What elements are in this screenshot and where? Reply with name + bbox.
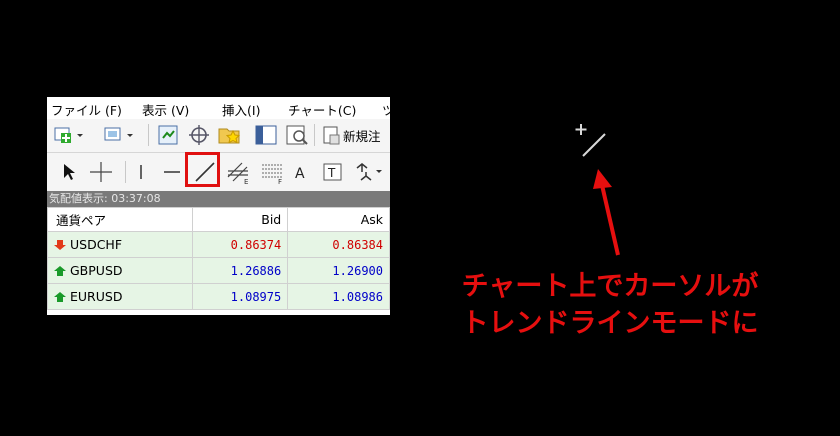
separator (314, 124, 315, 146)
menu-bar: ファイル (F) 表示 (V) 挿入(I) チャート(C) ツ (47, 97, 390, 119)
svg-text:E: E (244, 178, 248, 185)
cursor-icon[interactable] (59, 161, 79, 183)
svg-text:A: A (295, 166, 305, 182)
menu-view[interactable]: 表示 (V) (142, 100, 189, 119)
profiles-icon[interactable] (103, 125, 139, 145)
bid-cell: 0.86374 (192, 231, 289, 258)
ask-cell: 1.26900 (287, 257, 390, 284)
column-header-ask[interactable]: Ask (287, 207, 390, 232)
favorites-icon[interactable] (217, 123, 243, 147)
bid-cell: 1.26886 (192, 257, 289, 284)
red-arrow-icon (593, 169, 620, 256)
ask-cell: 0.86384 (287, 231, 390, 258)
new-chart-icon[interactable] (53, 125, 89, 145)
terminal-window: ファイル (F) 表示 (V) 挿入(I) チャート(C) ツ 新規注 E F … (47, 97, 390, 315)
new-order-button[interactable]: 新規注 (321, 124, 390, 146)
separator (125, 161, 126, 183)
text-icon[interactable]: A (291, 161, 311, 183)
svg-text:T: T (327, 166, 336, 180)
menu-insert[interactable]: 挿入(I) (222, 100, 260, 119)
annotation-text: チャート上でカーソルが トレンドラインモードに (420, 268, 800, 342)
crosshair-target-icon[interactable] (188, 124, 210, 146)
table-row[interactable]: USDCHF 0.86374 0.86384 (47, 231, 390, 258)
bid-cell: 1.08975 (192, 283, 289, 310)
separator (148, 124, 149, 146)
history-icon[interactable] (285, 124, 309, 146)
text-label-icon[interactable]: T (322, 161, 344, 183)
arrow-down-icon (54, 240, 66, 250)
trendline-cursor-icon (575, 124, 606, 157)
trendline-highlight-box (185, 152, 220, 187)
menu-charts[interactable]: チャート(C) (288, 100, 356, 119)
market-watch-title: 気配値表示: 03:37:08 (47, 191, 390, 207)
fibonacci-icon[interactable]: F (259, 159, 285, 185)
symbol-cell: USDCHF (47, 231, 194, 258)
column-header-symbol[interactable]: 通貨ペア (47, 207, 194, 232)
annotation-line-2: トレンドラインモードに (461, 308, 759, 339)
new-order-label: 新規注 (343, 128, 381, 144)
menu-tools[interactable]: ツ (382, 100, 390, 119)
symbol-cell: EURUSD (47, 283, 194, 310)
standard-toolbar: 新規注 (47, 119, 390, 153)
symbol-name: EURUSD (70, 289, 123, 304)
svg-text:F: F (278, 178, 282, 185)
equidistant-channel-icon[interactable]: E (225, 159, 251, 185)
table-header-row: 通貨ペア Bid Ask (47, 207, 390, 232)
ask-cell: 1.08986 (287, 283, 390, 310)
arrows-icon[interactable] (352, 161, 386, 183)
menu-file[interactable]: ファイル (F) (51, 100, 122, 119)
market-watch-table: 通貨ペア Bid Ask USDCHF 0.86374 0.86384 GBPU… (47, 207, 390, 310)
column-header-bid[interactable]: Bid (192, 207, 289, 232)
annotation-line-1: チャート上でカーソルが (461, 271, 759, 302)
crosshair-icon[interactable] (88, 161, 114, 183)
autotrading-icon[interactable] (157, 124, 179, 146)
arrow-up-icon (54, 266, 66, 276)
symbol-name: GBPUSD (70, 263, 123, 278)
navigator-icon[interactable] (254, 124, 278, 146)
table-row[interactable]: GBPUSD 1.26886 1.26900 (47, 257, 390, 284)
symbol-name: USDCHF (70, 237, 123, 252)
vertical-line-icon[interactable] (131, 161, 151, 183)
arrow-up-icon (54, 292, 66, 302)
horizontal-line-icon[interactable] (160, 161, 184, 183)
symbol-cell: GBPUSD (47, 257, 194, 284)
table-row[interactable]: EURUSD 1.08975 1.08986 (47, 283, 390, 310)
new-order-icon (323, 126, 340, 145)
